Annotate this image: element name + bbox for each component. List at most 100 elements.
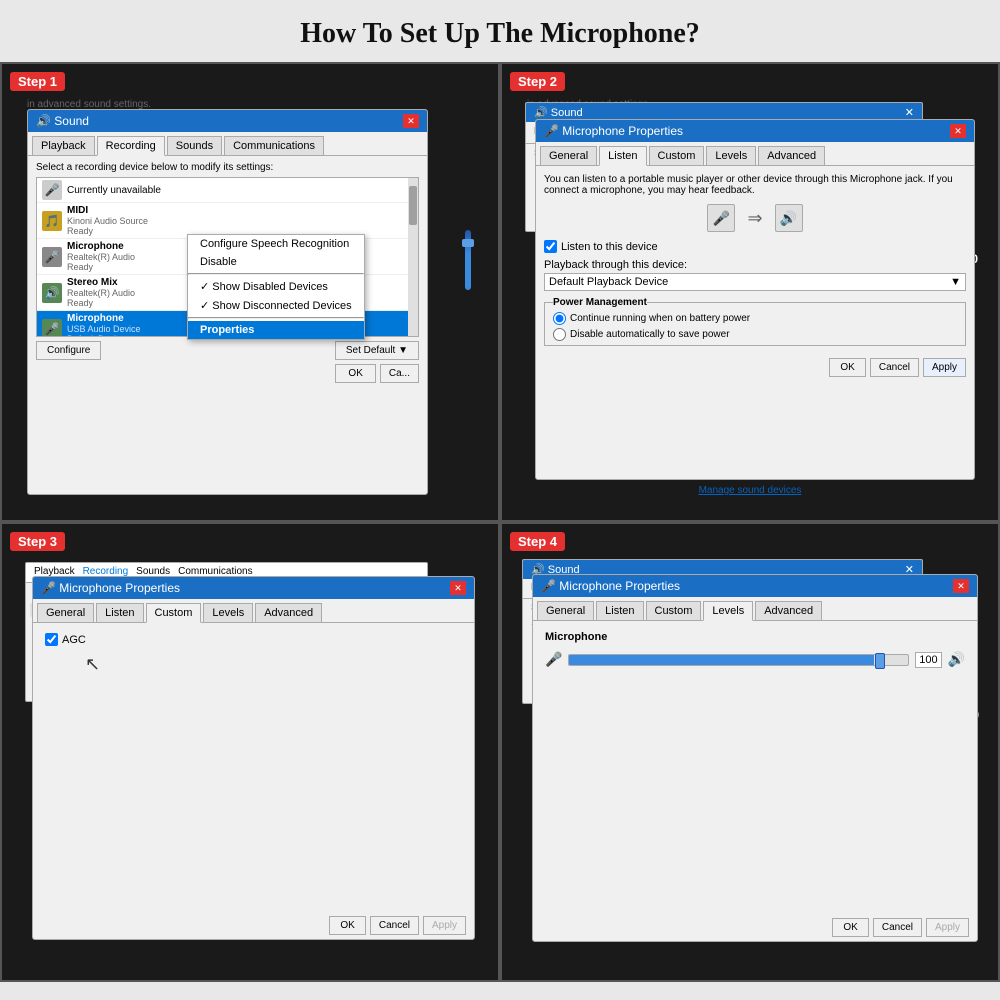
- device-info-mic2: Microphone USB Audio DeviceDefault Devic…: [67, 313, 141, 337]
- ctx-speech[interactable]: Configure Speech Recognition: [188, 235, 364, 253]
- set-default-btn[interactable]: Set Default ▼: [335, 341, 419, 360]
- step2-radio-save[interactable]: [553, 328, 566, 341]
- listen-checkbox[interactable]: [544, 240, 557, 253]
- vol-bar-step1: [465, 230, 471, 290]
- step2-mic-title: 🎤 Microphone Properties ✕: [536, 120, 974, 142]
- step2-tab-listen[interactable]: Listen: [599, 146, 646, 166]
- step2-tab-custom[interactable]: Custom: [649, 146, 705, 165]
- step3-ok-btn[interactable]: OK: [329, 916, 365, 935]
- steps-grid: Step 1 in advanced sound settings. 🔊 Sou…: [0, 62, 1000, 982]
- step3-close-btn[interactable]: ✕: [450, 581, 466, 595]
- manage-sound-link[interactable]: Manage sound devices: [699, 485, 802, 496]
- sound-close-btn[interactable]: ✕: [403, 114, 419, 128]
- step3-mic-title-text: 🎤 Microphone Properties: [41, 581, 180, 595]
- device-scrollbar[interactable]: [408, 178, 418, 336]
- cancel-btn[interactable]: Ca...: [380, 364, 419, 383]
- step2-listen-desc: You can listen to a portable music playe…: [544, 174, 966, 196]
- step3-tab-general[interactable]: General: [37, 603, 94, 622]
- step2-playback-label: Playback through this device:: [544, 259, 966, 271]
- step4-tabs: General Listen Custom Levels Advanced: [533, 597, 977, 621]
- step2-radio-save-label: Disable automatically to save power: [570, 329, 730, 340]
- device-name-mic2: Microphone: [67, 313, 141, 324]
- tab-recording[interactable]: Recording: [97, 136, 165, 156]
- step3-tab-levels[interactable]: Levels: [203, 603, 253, 622]
- step2-ok-btn[interactable]: OK: [829, 358, 865, 377]
- step4-tab-levels[interactable]: Levels: [703, 601, 753, 621]
- step-4-cell: Step 4 🔊 Sound ✕ Playback Recording Soun…: [500, 522, 1000, 982]
- device-icon-midi: 🎵: [42, 211, 62, 231]
- step4-mic-label: Microphone: [545, 631, 965, 643]
- step3-tab-advanced[interactable]: Advanced: [255, 603, 322, 622]
- ctx-properties[interactable]: Properties: [188, 321, 364, 339]
- ctx-disabled-devices[interactable]: ✓ Show Disabled Devices: [188, 277, 364, 296]
- step2-tabs: General Listen Custom Levels Advanced: [536, 142, 974, 166]
- device-item-unavailable: 🎤 Currently unavailable: [37, 178, 418, 203]
- tab-sounds[interactable]: Sounds: [167, 136, 222, 155]
- sound-instruction: Select a recording device below to modif…: [36, 162, 419, 173]
- step3-tab-custom[interactable]: Custom: [146, 603, 202, 623]
- step3-tab-listen[interactable]: Listen: [96, 603, 143, 622]
- step3-custom-body: AGC ↖: [33, 623, 474, 685]
- step4-tab-advanced[interactable]: Advanced: [755, 601, 822, 620]
- ok-btn[interactable]: OK: [335, 364, 375, 383]
- step4-level-slider[interactable]: [568, 654, 909, 666]
- step2-power-fieldset: Power Management Continue running when o…: [544, 297, 966, 346]
- step2-btn-row: OK Cancel Apply: [536, 354, 974, 381]
- device-icon-unavailable: 🎤: [42, 180, 62, 200]
- step4-level-row: 🎤 100 🔊: [545, 651, 965, 668]
- step3-cancel-btn[interactable]: Cancel: [370, 916, 419, 935]
- step2-tab-levels[interactable]: Levels: [706, 146, 756, 165]
- step2-playback-select[interactable]: Default Playback Device ▼: [544, 273, 966, 291]
- step2-tab-advanced[interactable]: Advanced: [758, 146, 825, 165]
- step4-level-value: 100: [915, 652, 941, 668]
- speaker-icon-box: 🔊: [775, 204, 803, 232]
- step2-radio-battery-label: Continue running when on battery power: [570, 313, 750, 324]
- page-title: How To Set Up The Microphone?: [0, 0, 1000, 62]
- step4-tab-custom[interactable]: Custom: [646, 601, 702, 620]
- step4-ok-btn[interactable]: OK: [832, 918, 868, 937]
- cursor-hint: ↖: [85, 654, 462, 675]
- ctx-disconnected[interactable]: ✓ Show Disconnected Devices: [188, 296, 364, 315]
- configure-btn[interactable]: Configure: [36, 341, 101, 360]
- manage-link: Manage sound devices: [517, 480, 983, 498]
- step4-mic-icon: 🎤: [545, 651, 562, 668]
- step2-radio-battery[interactable]: [553, 312, 566, 325]
- step-4-label: Step 4: [510, 532, 565, 551]
- ctx-disable[interactable]: Disable: [188, 253, 364, 271]
- step4-tab-general[interactable]: General: [537, 601, 594, 620]
- sound-title-bar: 🔊 Sound ✕: [28, 110, 427, 132]
- step2-apply-btn[interactable]: Apply: [923, 358, 966, 377]
- step-1-cell: Step 1 in advanced sound settings. 🔊 Sou…: [0, 62, 500, 522]
- device-name-unavailable: Currently unavailable: [67, 185, 161, 196]
- step4-btn-row: OK Cancel Apply: [533, 914, 977, 941]
- step-2-screenshot: in advanced sound settings. 🔊 Sound ✕ Pl…: [517, 94, 983, 510]
- tab-playback[interactable]: Playback: [32, 136, 95, 155]
- step3-mic-props: 🎤 Microphone Properties ✕ General Listen…: [32, 576, 475, 940]
- agc-checkbox[interactable]: [45, 633, 58, 646]
- step-2-label: Step 2: [510, 72, 565, 91]
- step2-close-btn[interactable]: ✕: [950, 124, 966, 138]
- step4-mic-title: 🎤 Microphone Properties ✕: [533, 575, 977, 597]
- step3-agc-row: AGC: [45, 633, 462, 646]
- step4-apply-btn[interactable]: Apply: [926, 918, 969, 937]
- step2-radio1-row: Continue running when on battery power: [553, 312, 957, 325]
- step-4-screenshot: 🔊 Sound ✕ Playback Recording Sounds Comm…: [517, 554, 983, 970]
- step-2-cell: Step 2 in advanced sound settings. 🔊 Sou…: [500, 62, 1000, 522]
- step2-cancel-btn[interactable]: Cancel: [870, 358, 919, 377]
- scroll-thumb: [409, 186, 417, 226]
- step4-tab-listen[interactable]: Listen: [596, 601, 643, 620]
- step-3-screenshot: Playback Recording Sounds Communications…: [17, 554, 483, 970]
- step4-cancel-btn[interactable]: Cancel: [873, 918, 922, 937]
- device-name-midi: MIDI: [67, 205, 148, 216]
- step-1-label: Step 1: [10, 72, 65, 91]
- device-sub-mic2: USB Audio DeviceDefault Device: [67, 324, 141, 337]
- mic-icon-box: 🎤: [707, 204, 735, 232]
- step2-mic-title-text: 🎤 Microphone Properties: [544, 124, 683, 138]
- sound-btn-row: Configure Set Default ▼: [36, 341, 419, 360]
- vol-thumb-step1: [462, 239, 474, 247]
- tab-communications[interactable]: Communications: [224, 136, 324, 155]
- step2-tab-general[interactable]: General: [540, 146, 597, 165]
- step4-close-btn[interactable]: ✕: [953, 579, 969, 593]
- agc-label: AGC: [62, 634, 86, 646]
- step3-apply-btn[interactable]: Apply: [423, 916, 466, 935]
